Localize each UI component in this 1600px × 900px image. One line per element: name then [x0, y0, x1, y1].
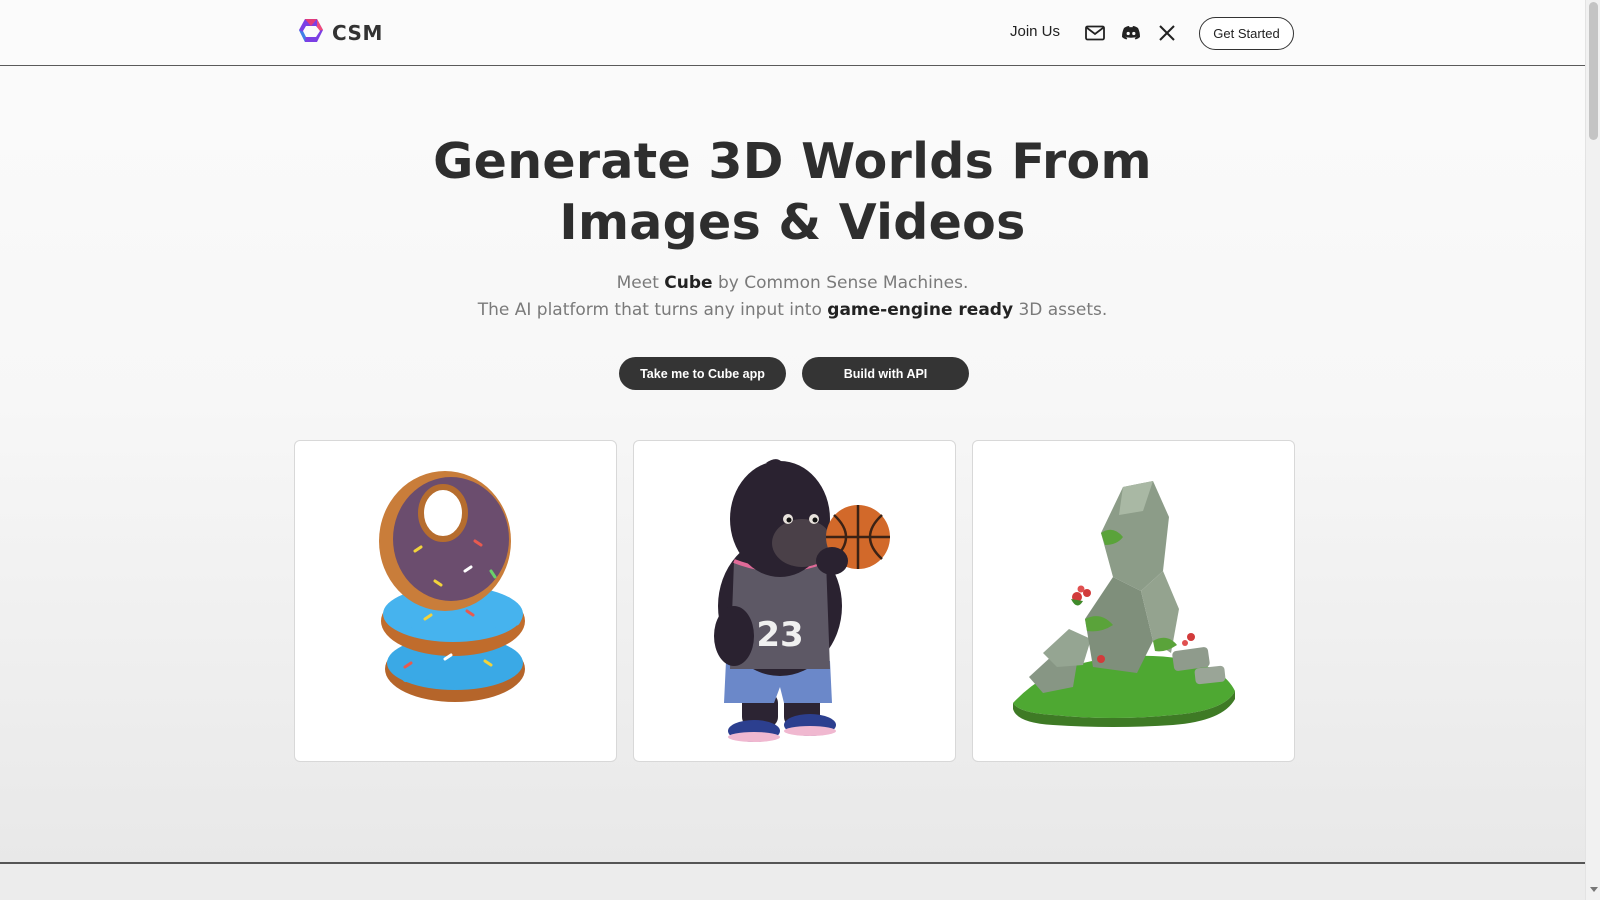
page: CSM Join Us Get Started Generate 3D Worl…	[0, 0, 1585, 900]
showcase-card-gorilla[interactable]: 23	[633, 440, 956, 762]
cube-app-button[interactable]: Take me to Cube app	[619, 357, 786, 390]
scrollbar-thumb[interactable]	[1589, 2, 1598, 140]
svg-text:23: 23	[756, 615, 803, 655]
join-us-link[interactable]: Join Us	[1010, 23, 1060, 40]
scroll-down-arrow-icon[interactable]	[1590, 887, 1598, 892]
logo[interactable]: CSM	[296, 17, 383, 50]
site-header: CSM Join Us Get Started	[0, 0, 1585, 66]
subtitle-line1: Meet Cube by Common Sense Machines.	[0, 270, 1585, 297]
donuts-image	[379, 471, 525, 702]
discord-icon[interactable]	[1120, 22, 1142, 44]
build-api-button[interactable]: Build with API	[802, 357, 969, 390]
subtitle-highlight: game-engine ready	[827, 300, 1014, 320]
hero-subtitle: Meet Cube by Common Sense Machines. The …	[0, 270, 1585, 324]
showcase-card-donuts[interactable]	[294, 440, 617, 762]
subtitle-text: 3D assets.	[1013, 300, 1108, 320]
subtitle-text: The AI platform that turns any input int…	[477, 300, 828, 320]
page-scrollbar[interactable]	[1585, 0, 1600, 900]
next-section	[0, 864, 1585, 900]
subtitle-line2: The AI platform that turns any input int…	[0, 297, 1585, 324]
showcase-card-rocks[interactable]	[972, 440, 1295, 762]
rocks-image	[1013, 481, 1235, 727]
x-icon[interactable]	[1156, 22, 1178, 44]
hero-title: Generate 3D Worlds From Images & Videos	[0, 131, 1585, 253]
hero-title-line1: Generate 3D Worlds From	[433, 133, 1152, 190]
mail-icon[interactable]	[1084, 22, 1106, 44]
logo-text: CSM	[332, 21, 383, 45]
subtitle-text: Meet	[616, 273, 665, 293]
get-started-button[interactable]: Get Started	[1199, 17, 1294, 50]
subtitle-highlight: Cube	[664, 273, 713, 293]
subtitle-text: by Common Sense Machines.	[712, 273, 969, 293]
csm-logo-icon	[296, 17, 326, 50]
gorilla-image: 23	[714, 459, 890, 742]
hero-title-line2: Images & Videos	[559, 194, 1026, 251]
